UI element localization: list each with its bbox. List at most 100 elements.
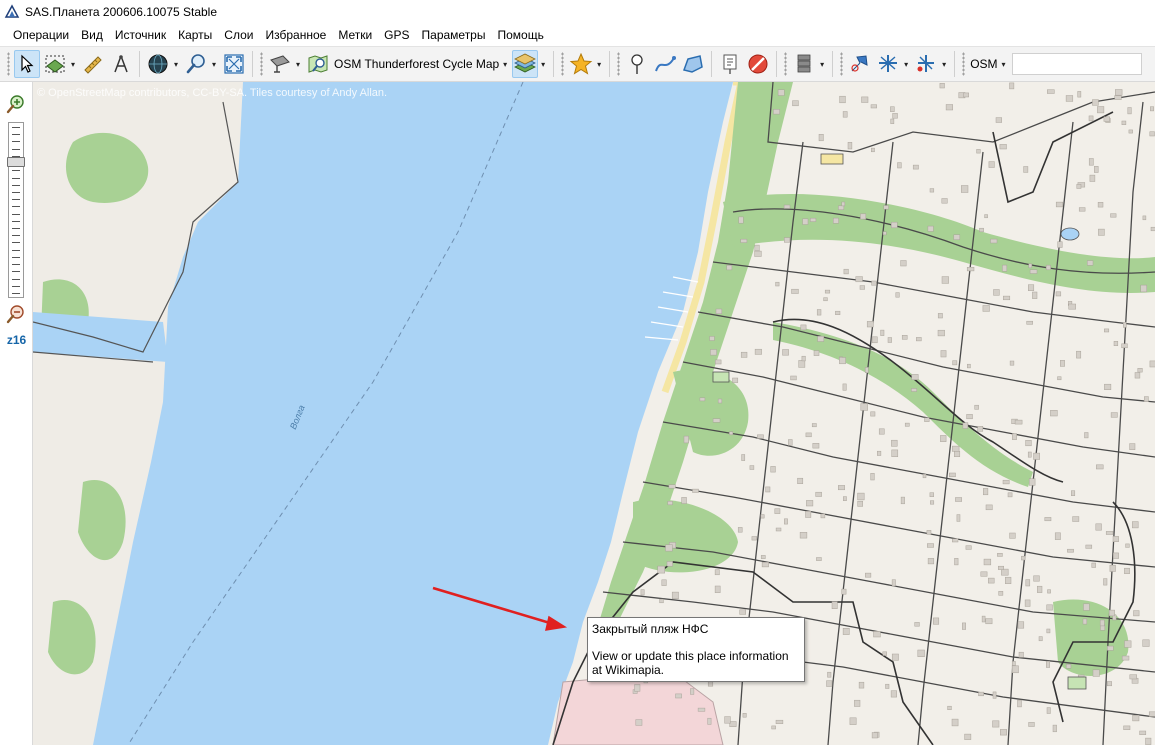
building xyxy=(904,422,910,427)
map-source-dropdown[interactable]: ▾ xyxy=(501,50,509,78)
zoom-in-button[interactable] xyxy=(6,94,26,114)
menu-maps[interactable]: Карты xyxy=(172,25,218,45)
layers-button[interactable] xyxy=(512,50,539,78)
menu-layers[interactable]: Слои xyxy=(218,25,259,45)
toolbar-grip[interactable] xyxy=(962,52,966,76)
toolbar-grip[interactable] xyxy=(260,52,263,76)
menu-operations[interactable]: Операции xyxy=(7,25,75,45)
building xyxy=(1084,432,1089,439)
building xyxy=(870,473,875,481)
building xyxy=(1057,376,1062,381)
building xyxy=(978,691,984,697)
database-button[interactable] xyxy=(791,50,817,78)
toolbar-grip[interactable] xyxy=(561,52,565,76)
ruler-button[interactable] xyxy=(80,50,106,78)
building xyxy=(956,514,961,522)
building xyxy=(966,414,973,420)
building xyxy=(1114,95,1122,100)
gps-record-button[interactable] xyxy=(913,50,939,78)
building xyxy=(937,313,943,319)
building xyxy=(681,497,687,504)
compass-button[interactable] xyxy=(108,50,134,78)
menu-view[interactable]: Вид xyxy=(75,25,109,45)
zoom-tick xyxy=(12,134,20,136)
menu-settings[interactable]: Параметры xyxy=(416,25,492,45)
map-view[interactable]: © OpenStreetMap contributors, CC-BY-SA. … xyxy=(33,82,1155,745)
building xyxy=(816,557,822,561)
cursor-tool-button[interactable] xyxy=(14,50,40,78)
database-dropdown[interactable]: ▾ xyxy=(818,50,826,78)
building xyxy=(1109,564,1116,572)
building xyxy=(1024,599,1031,607)
layers-dropdown[interactable]: ▾ xyxy=(539,50,547,78)
map-search-button[interactable] xyxy=(305,50,331,78)
select-area-dropdown[interactable]: ▾ xyxy=(69,50,77,78)
building xyxy=(1148,711,1155,717)
zoom-out-button[interactable] xyxy=(6,304,26,324)
stop-button[interactable] xyxy=(745,50,771,78)
menu-favorites[interactable]: Избранное xyxy=(259,25,332,45)
toolbar-grip[interactable] xyxy=(840,52,844,76)
building xyxy=(740,351,748,358)
gps-record-dropdown[interactable]: ▾ xyxy=(940,50,948,78)
building xyxy=(757,434,764,439)
map-source-label[interactable]: OSM Thunderforest Cycle Map xyxy=(332,57,501,71)
globe-dropdown[interactable]: ▾ xyxy=(172,50,180,78)
select-area-button[interactable] xyxy=(42,50,68,78)
marks-visibility-button[interactable] xyxy=(717,50,743,78)
search-provider-label[interactable]: OSM xyxy=(968,57,999,71)
zoom-tick xyxy=(12,213,20,215)
add-path-button[interactable] xyxy=(652,50,678,78)
building xyxy=(1105,531,1114,535)
building xyxy=(1001,568,1009,576)
tooltip-body[interactable]: View or update this place information at… xyxy=(592,649,800,677)
building xyxy=(1038,636,1043,642)
building xyxy=(883,205,889,210)
gps-track-button[interactable] xyxy=(875,50,901,78)
fullscreen-button[interactable] xyxy=(221,50,247,78)
globe-button[interactable] xyxy=(145,50,171,78)
satellite-button[interactable] xyxy=(267,50,293,78)
search-input[interactable] xyxy=(1011,53,1142,75)
menu-gps[interactable]: GPS xyxy=(378,25,415,45)
building xyxy=(1054,532,1061,540)
building xyxy=(949,472,956,478)
building xyxy=(1142,639,1150,647)
building xyxy=(1052,724,1057,733)
toolbar-separator xyxy=(553,51,555,77)
search-provider-dropdown[interactable]: ▾ xyxy=(1000,50,1008,78)
toolbar-grip[interactable] xyxy=(7,52,10,76)
zoom-tick xyxy=(12,228,20,230)
toolbar-separator xyxy=(954,51,956,77)
building xyxy=(940,350,947,358)
building xyxy=(1014,419,1023,425)
zoom-tick xyxy=(12,148,20,150)
building xyxy=(635,719,643,726)
toolbar-grip[interactable] xyxy=(784,52,788,76)
building xyxy=(1132,714,1140,722)
add-polygon-button[interactable] xyxy=(680,50,706,78)
search-button[interactable] xyxy=(183,50,209,78)
menu-marks[interactable]: Метки xyxy=(332,25,378,45)
building xyxy=(1050,410,1058,417)
menu-help[interactable]: Помощь xyxy=(491,25,549,45)
favorites-button[interactable] xyxy=(568,50,594,78)
building xyxy=(1140,284,1147,293)
zoom-slider[interactable] xyxy=(7,122,25,298)
building xyxy=(873,631,881,638)
toolbar-separator xyxy=(139,51,140,77)
zoom-slider-thumb[interactable] xyxy=(7,156,25,167)
building xyxy=(1127,107,1132,115)
favorites-dropdown[interactable]: ▾ xyxy=(595,50,603,78)
satellite-dropdown[interactable]: ▾ xyxy=(294,50,302,78)
toolbar-grip[interactable] xyxy=(617,52,621,76)
gps-track-dropdown[interactable]: ▾ xyxy=(902,50,910,78)
menu-source[interactable]: Источник xyxy=(109,25,172,45)
building xyxy=(841,588,847,595)
building xyxy=(790,375,797,381)
add-placemark-button[interactable] xyxy=(624,50,650,78)
gps-connect-button[interactable] xyxy=(847,50,873,78)
marks-visibility-icon xyxy=(723,54,737,74)
building xyxy=(990,238,998,244)
search-dropdown[interactable]: ▾ xyxy=(210,50,218,78)
